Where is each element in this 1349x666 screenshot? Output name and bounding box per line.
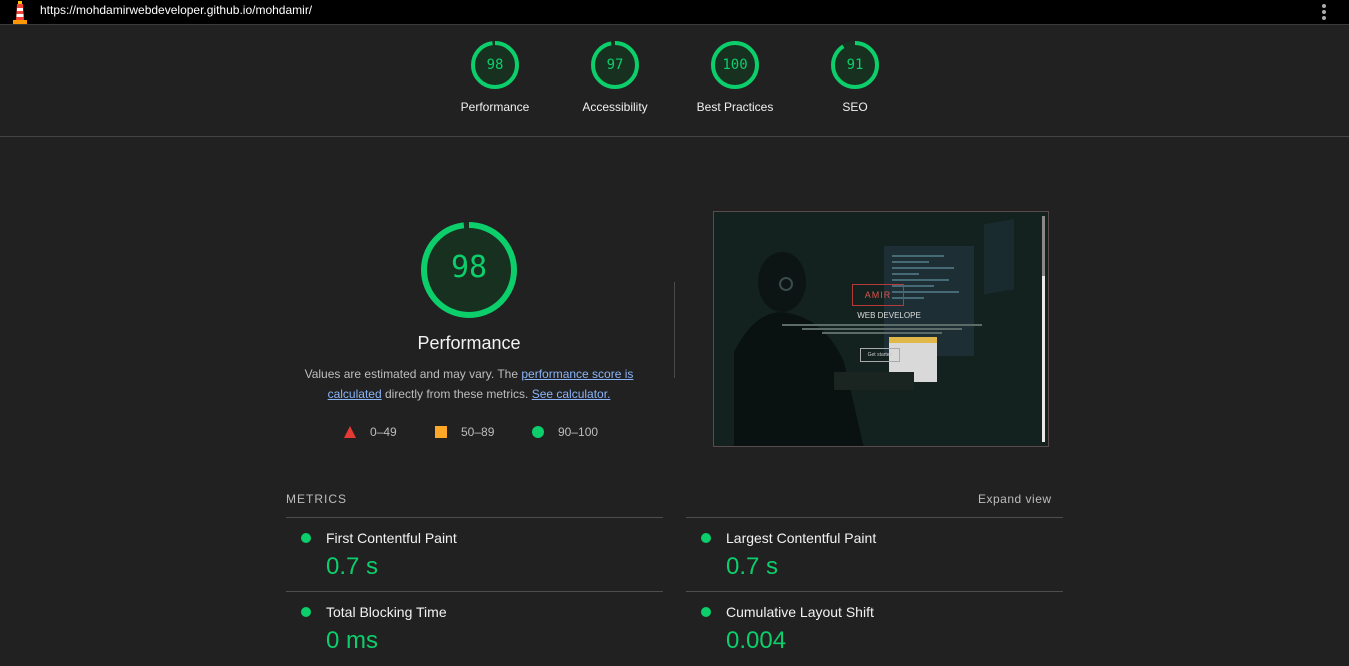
score-value: 91 [846,57,864,73]
legend-range: 50–89 [461,425,495,439]
top-bar: https://mohdamirwebdeveloper.github.io/m… [0,0,1349,25]
score-gauge-best-practices[interactable]: 100 Best Practices [680,40,790,114]
score-gauge-accessibility[interactable]: 97 Accessibility [560,40,670,114]
desc-text: directly from these metrics. [381,387,532,401]
performance-score: 98 [450,250,488,285]
metric-name: First Contentful Paint [326,530,457,546]
final-screenshot[interactable]: AMIR WEB DEVELOPE Get started [713,211,1049,447]
lighthouse-logo-icon [13,1,27,24]
desc-text: Values are estimated and may vary. The [304,367,522,381]
screenshot-scroll-thumb [1042,216,1045,276]
metric-name: Total Blocking Time [326,604,447,620]
metric-total-blocking-time: Total Blocking Time 0 ms [286,592,662,666]
legend-fail: 0–49 [343,424,423,440]
score-value: 100 [722,57,748,73]
metric-value: 0.004 [726,627,787,654]
screenshot-subtitle: WEB DEVELOPE [857,311,921,320]
score-value: 98 [486,57,504,73]
score-label: SEO [842,100,868,114]
page-url[interactable]: https://mohdamirwebdeveloper.github.io/m… [40,3,312,17]
square-icon [435,426,447,438]
screenshot-cta: Get started [860,348,900,362]
triangle-icon [344,426,356,438]
performance-title: Performance [417,333,521,353]
pass-circle-icon [301,533,311,543]
metric-value: 0.7 s [326,553,379,580]
score-label: Best Practices [696,100,774,114]
score-summary: 98 Performance 97 Accessibility 100 Best… [0,25,1349,137]
performance-gauge: 98 [419,220,519,320]
legend-range: 0–49 [370,425,397,439]
performance-description: Values are estimated and may vary. The p… [294,364,644,404]
see-calculator-link[interactable]: See calculator. [532,387,611,401]
metric-name: Largest Contentful Paint [726,530,877,546]
metric-value: 0.7 s [726,553,779,580]
score-label: Accessibility [582,100,648,114]
metric-value: 0 ms [326,627,379,654]
metrics-header: METRICS [286,492,347,506]
vertical-divider [674,282,675,378]
metric-cumulative-layout-shift: Cumulative Layout Shift 0.004 [686,592,1062,666]
screenshot-body-text [782,324,982,340]
circle-icon [532,426,544,438]
pass-circle-icon [701,607,711,617]
legend-average: 50–89 [434,424,514,440]
metric-largest-contentful-paint: Largest Contentful Paint 0.7 s [686,518,1062,592]
score-value: 97 [606,57,624,73]
screenshot-brand: AMIR [852,284,904,306]
metric-first-contentful-paint: First Contentful Paint 0.7 s [286,518,662,592]
pass-circle-icon [701,533,711,543]
score-label: Performance [460,100,530,114]
more-options-icon[interactable] [1317,2,1331,22]
score-gauge-performance[interactable]: 98 Performance [440,40,550,114]
pass-circle-icon [301,607,311,617]
legend-pass: 90–100 [531,424,611,440]
legend-range: 90–100 [558,425,599,439]
metric-name: Cumulative Layout Shift [726,604,874,620]
expand-view-button[interactable]: Expand view [978,492,1052,506]
score-gauge-seo[interactable]: 91 SEO [800,40,910,114]
